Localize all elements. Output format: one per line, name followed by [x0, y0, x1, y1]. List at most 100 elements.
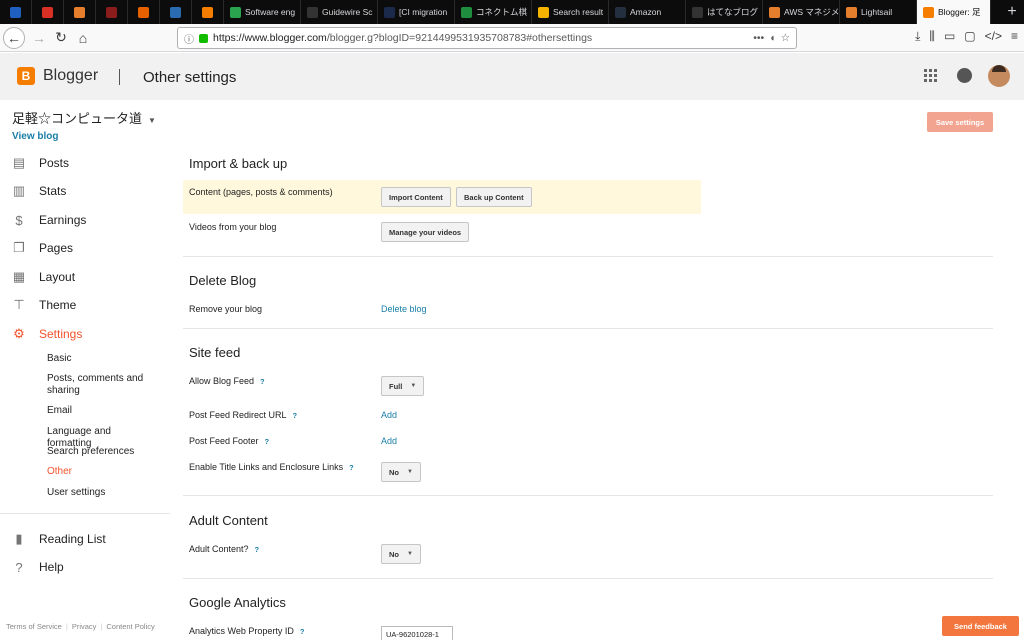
privacy-link[interactable]: Privacy	[72, 622, 97, 631]
browser-tab[interactable]	[64, 0, 96, 24]
back-button[interactable]: ←	[3, 26, 25, 49]
caret-down-icon: ▼	[407, 551, 413, 557]
blogger-logo-icon[interactable]: B	[17, 67, 35, 85]
content-policy-link[interactable]: Content Policy	[106, 622, 154, 631]
add-footer-link[interactable]: Add	[381, 436, 397, 446]
sidebar-item-reading-list[interactable]: ▮ Reading List	[12, 530, 106, 548]
devtools-icon[interactable]: </>	[985, 29, 1002, 44]
browser-tab[interactable]: はてなブログ	[686, 0, 763, 24]
browser-tab[interactable]	[192, 0, 224, 24]
url-text[interactable]: https://www.blogger.com/blogger.g?blogID…	[213, 32, 748, 44]
sidebar-item-label: Help	[39, 560, 64, 574]
settings-subitem[interactable]: Posts, comments and sharing	[47, 373, 157, 397]
sidebar-item-help[interactable]: ? Help	[12, 558, 64, 576]
browser-tab[interactable]: Search result	[532, 0, 609, 24]
save-settings-button[interactable]: Save settings	[927, 112, 993, 132]
browser-tab[interactable]: AWS マネジメ	[763, 0, 840, 24]
browser-tab[interactable]	[32, 0, 64, 24]
extension-icon[interactable]: ▢	[964, 29, 975, 44]
backup-content-button[interactable]: Back up Content	[456, 187, 532, 207]
bookmark-star-icon[interactable]: ☆	[781, 32, 790, 44]
view-blog-link[interactable]: View blog	[12, 131, 59, 142]
tab-label: Blogger: 足	[938, 7, 981, 17]
browser-tab[interactable]: コネクトム棋	[455, 0, 532, 24]
browser-tab[interactable]	[96, 0, 128, 24]
info-icon[interactable]: ⓘ	[184, 31, 194, 46]
title-links-text: Enable Title Links and Enclosure Links	[189, 462, 344, 472]
help-icon[interactable]: ?	[349, 463, 354, 472]
analytics-id-input[interactable]: UA-96201028-1	[381, 626, 453, 640]
blog-selector[interactable]: 足軽☆コンピュータ道 ▼	[12, 108, 156, 127]
blog-name: 足軽☆コンピュータ道	[12, 111, 143, 126]
sidebar-item-label: Stats	[39, 184, 67, 198]
section-divider	[183, 495, 993, 496]
sidebar-item-posts[interactable]: ▤ Posts	[12, 154, 69, 172]
help-icon[interactable]: ?	[293, 411, 298, 420]
sidebar-item-layout[interactable]: ▦ Layout	[12, 268, 75, 286]
browser-tab[interactable]: [CI migration	[378, 0, 455, 24]
browser-tab[interactable]: Lightsail	[840, 0, 917, 24]
avatar[interactable]	[988, 65, 1010, 87]
pages-icon: ❐	[13, 240, 25, 255]
caret-down-icon: ▼	[148, 116, 156, 125]
help-icon[interactable]: ?	[300, 627, 305, 636]
content-label: Content (pages, posts & comments)	[189, 187, 333, 197]
new-tab-button[interactable]: +	[1000, 0, 1024, 24]
help-icon[interactable]: ?	[265, 437, 270, 446]
browser-tab[interactable]	[0, 0, 32, 24]
settings-subitem[interactable]: Basic	[47, 353, 157, 365]
settings-subitem[interactable]: Email	[47, 405, 157, 417]
sidebar-item-label: Earnings	[39, 213, 87, 227]
download-icon[interactable]: ⤓	[915, 29, 920, 44]
terms-link[interactable]: Terms of Service	[6, 622, 62, 631]
sidebar-item-label: Reading List	[39, 532, 106, 546]
manage-videos-button[interactable]: Manage your videos	[381, 222, 470, 242]
browser-tab[interactable]: Software eng	[224, 0, 301, 24]
address-bar[interactable]: ⓘ https://www.blogger.com/blogger.g?blog…	[177, 27, 797, 49]
allow-feed-dropdown[interactable]: Full ▼	[381, 376, 425, 396]
title-links-dropdown[interactable]: No ▼	[381, 462, 421, 482]
sidebar-icon[interactable]: ▭	[944, 29, 955, 44]
forward-button[interactable]: →	[28, 27, 50, 49]
drive-icon	[538, 6, 549, 18]
sidebar-item-pages[interactable]: ❐ Pages	[12, 239, 73, 257]
browser-tab[interactable]: Amazon	[609, 0, 686, 24]
tab-label: Software eng	[245, 7, 296, 17]
home-button[interactable]: ⌂	[72, 27, 94, 49]
browser-tab[interactable]: Guidewire Sc	[301, 0, 378, 24]
settings-subitem[interactable]: User settings	[47, 487, 157, 499]
help-icon[interactable]: ?	[260, 377, 265, 386]
settings-subitem[interactable]: Search preferences	[47, 446, 157, 458]
product-name[interactable]: Blogger	[43, 67, 98, 85]
paint-roller-icon: ⊤	[13, 297, 25, 312]
add-redirect-link[interactable]: Add	[381, 410, 397, 420]
sidebar-item-label: Posts	[39, 156, 70, 170]
aws-icon	[769, 6, 780, 18]
sidebar-item-settings[interactable]: ⚙ Settings	[12, 325, 82, 343]
browser-tab-strip: Software eng Guidewire Sc [CI migration コネク…	[0, 0, 1024, 24]
sidebar-item-earnings[interactable]: $ Earnings	[12, 211, 86, 229]
section-title-adult-content: Adult Content	[189, 513, 268, 528]
import-content-button[interactable]: Import Content	[381, 187, 451, 207]
settings-subitem[interactable]: Other	[47, 466, 157, 478]
reload-button[interactable]: ↻	[50, 27, 72, 49]
pocket-icon[interactable]: ◖	[769, 32, 775, 44]
browser-tab[interactable]	[160, 0, 192, 24]
section-title-site-feed: Site feed	[189, 345, 241, 360]
browser-tab[interactable]: Blogger: 足	[917, 0, 991, 24]
delete-blog-link[interactable]: Delete blog	[381, 304, 427, 314]
menu-icon[interactable]: ≡	[1011, 29, 1018, 44]
library-icon[interactable]: ⫼	[929, 29, 935, 44]
page-actions-icon[interactable]: •••	[753, 32, 764, 44]
browser-tab[interactable]	[128, 0, 160, 24]
notifications-icon[interactable]	[957, 68, 972, 83]
adult-content-dropdown[interactable]: No ▼	[381, 544, 421, 564]
help-icon[interactable]: ?	[255, 545, 260, 554]
sidebar-item-label: Layout	[39, 270, 76, 284]
apps-grid-icon[interactable]	[924, 69, 937, 82]
send-feedback-button[interactable]: Send feedback	[942, 616, 1019, 636]
rocket-icon	[10, 6, 21, 18]
sidebar-item-theme[interactable]: ⊤ Theme	[12, 296, 76, 314]
section-title-import-backup: Import & back up	[189, 156, 288, 171]
sidebar-item-stats[interactable]: ▥ Stats	[12, 182, 67, 200]
